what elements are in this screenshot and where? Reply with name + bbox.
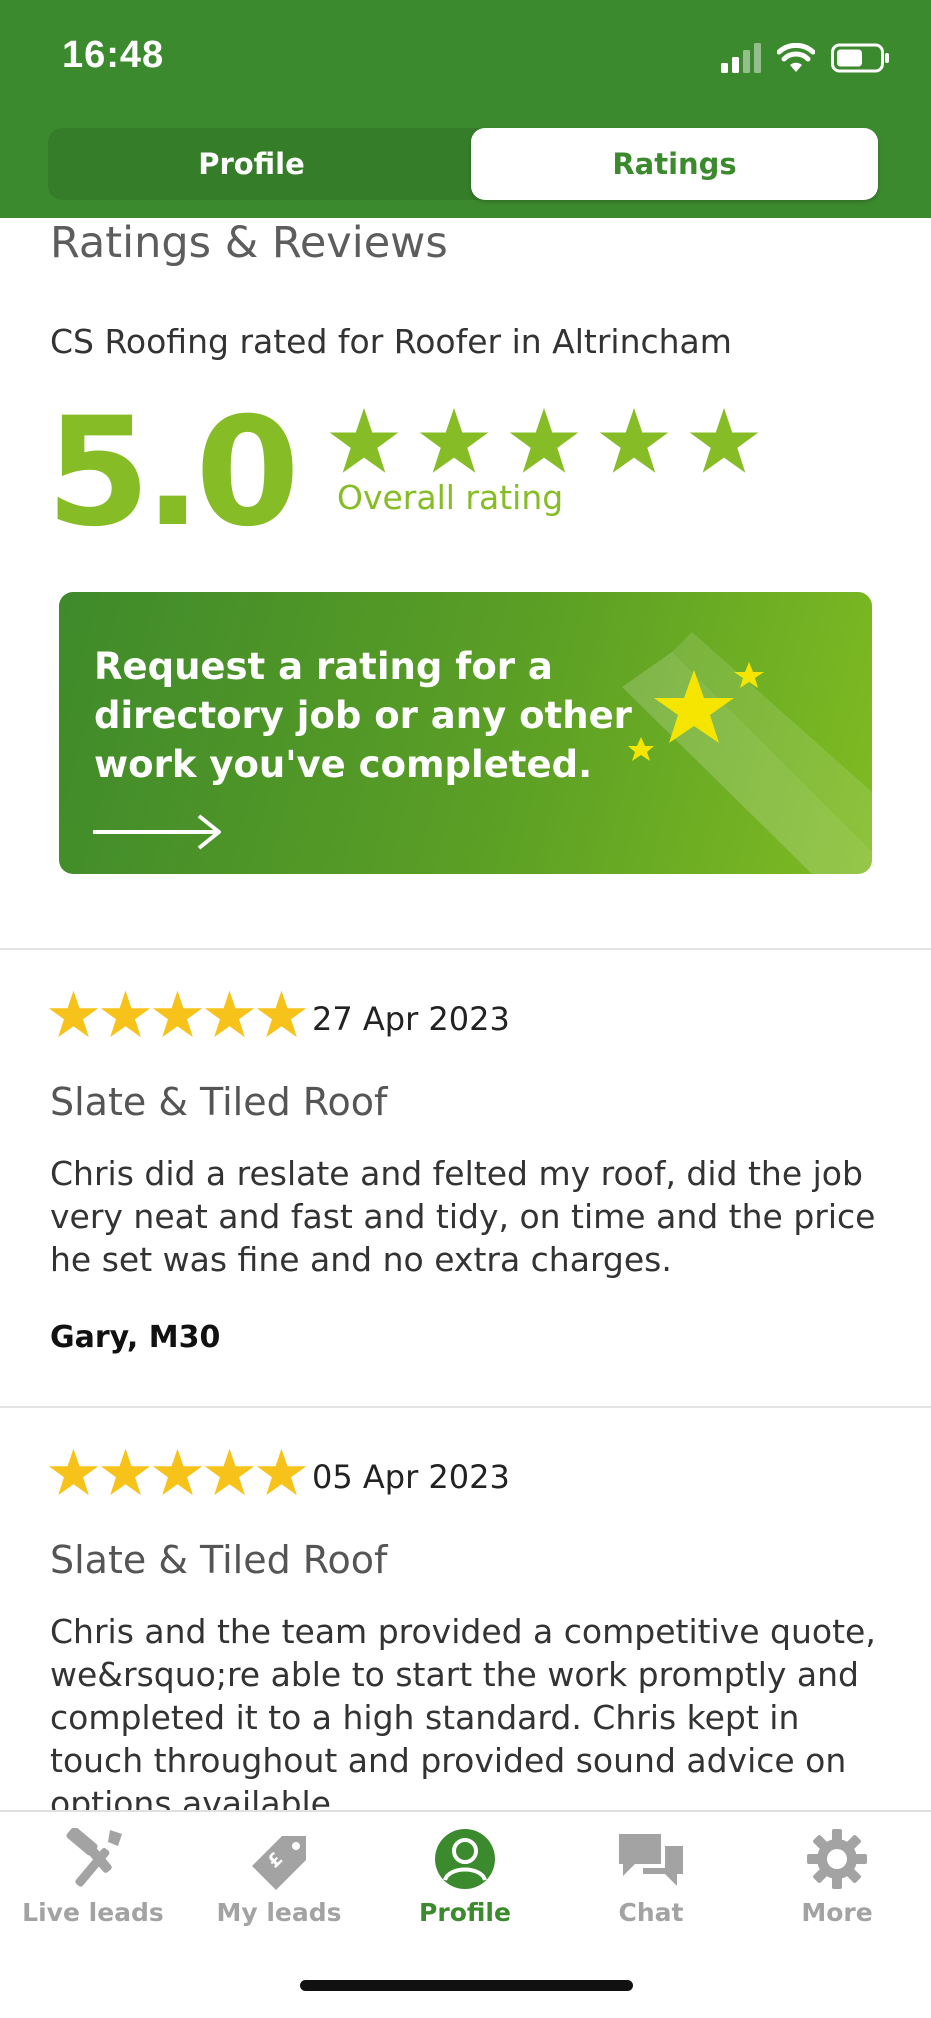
nav-more[interactable]: More	[744, 1828, 930, 1927]
review-stars	[48, 990, 307, 1040]
nav-label: Chat	[618, 1898, 684, 1927]
star-icon	[204, 1448, 255, 1496]
nav-label: More	[801, 1898, 873, 1927]
nav-label: Profile	[419, 1898, 511, 1927]
status-icons	[721, 40, 891, 76]
rating-subtitle: CS Roofing rated for Roofer in Altrincha…	[50, 322, 732, 361]
nav-live-leads[interactable]: Live leads	[0, 1828, 186, 1927]
star-icon	[152, 1448, 203, 1496]
page-title: Ratings & Reviews	[50, 218, 448, 268]
star-icon	[419, 408, 489, 473]
ratings-content[interactable]: Ratings & Reviews CS Roofing rated for R…	[0, 218, 931, 1810]
review-stars	[48, 1448, 307, 1498]
review-body: Chris and the team provided a competitiv…	[50, 1612, 876, 1810]
star-icon	[152, 990, 203, 1038]
nav-label: My leads	[216, 1898, 342, 1927]
arrow-right-icon[interactable]	[93, 810, 225, 854]
review-author: Gary, M30	[50, 1320, 221, 1355]
nav-chat[interactable]: Chat	[558, 1828, 744, 1927]
home-indicator[interactable]	[300, 1980, 633, 1991]
star-icon	[256, 990, 307, 1038]
gear-icon	[807, 1829, 867, 1889]
nav-profile[interactable]: Profile	[372, 1828, 558, 1927]
chat-icon	[619, 1834, 683, 1886]
review-title: Slate & Tiled Roof	[50, 1538, 388, 1582]
overall-score: 5.0	[46, 386, 300, 560]
banner-text: Request a rating for a directory job or …	[94, 645, 632, 786]
request-rating-banner[interactable]: Request a rating for a directory job or …	[59, 592, 872, 874]
review-card: 05 Apr 2023 Slate & Tiled Roof Chris and…	[0, 1448, 931, 1810]
signal-icon	[721, 43, 761, 73]
review-body: Chris did a reslate and felted my roof, …	[50, 1154, 876, 1279]
status-time: 16:48	[62, 34, 165, 76]
top-bar: 16:48 Profile Ratings	[0, 0, 931, 218]
star-icon	[100, 1448, 151, 1496]
star-icon	[48, 1448, 99, 1496]
battery-icon	[831, 43, 889, 73]
star-icon	[689, 408, 759, 473]
star-icon	[329, 408, 399, 473]
review-date: 05 Apr 2023	[312, 1458, 510, 1496]
review-title: Slate & Tiled Roof	[50, 1080, 388, 1124]
star-icon	[48, 990, 99, 1038]
star-icon	[256, 1448, 307, 1496]
wifi-icon	[777, 43, 815, 72]
price-tag-icon: £	[252, 1836, 306, 1890]
star-icon	[100, 990, 151, 1038]
overall-rating-label: Overall rating	[337, 478, 564, 517]
divider	[0, 1406, 931, 1408]
overall-stars	[328, 408, 760, 476]
segmented-control: Profile Ratings	[48, 128, 878, 200]
star-icon	[204, 990, 255, 1038]
divider	[0, 948, 931, 950]
review-date: 27 Apr 2023	[312, 1000, 510, 1038]
review-card: 27 Apr 2023 Slate & Tiled Roof Chris did…	[0, 990, 931, 1355]
nav-label: Live leads	[22, 1898, 164, 1927]
nav-my-leads[interactable]: £ My leads	[186, 1828, 372, 1927]
tab-profile[interactable]: Profile	[48, 128, 455, 200]
star-icon	[509, 408, 579, 473]
star-icon	[599, 408, 669, 473]
profile-icon	[435, 1829, 495, 1889]
hammer-icon	[66, 1828, 122, 1887]
tab-ratings[interactable]: Ratings	[471, 128, 878, 200]
